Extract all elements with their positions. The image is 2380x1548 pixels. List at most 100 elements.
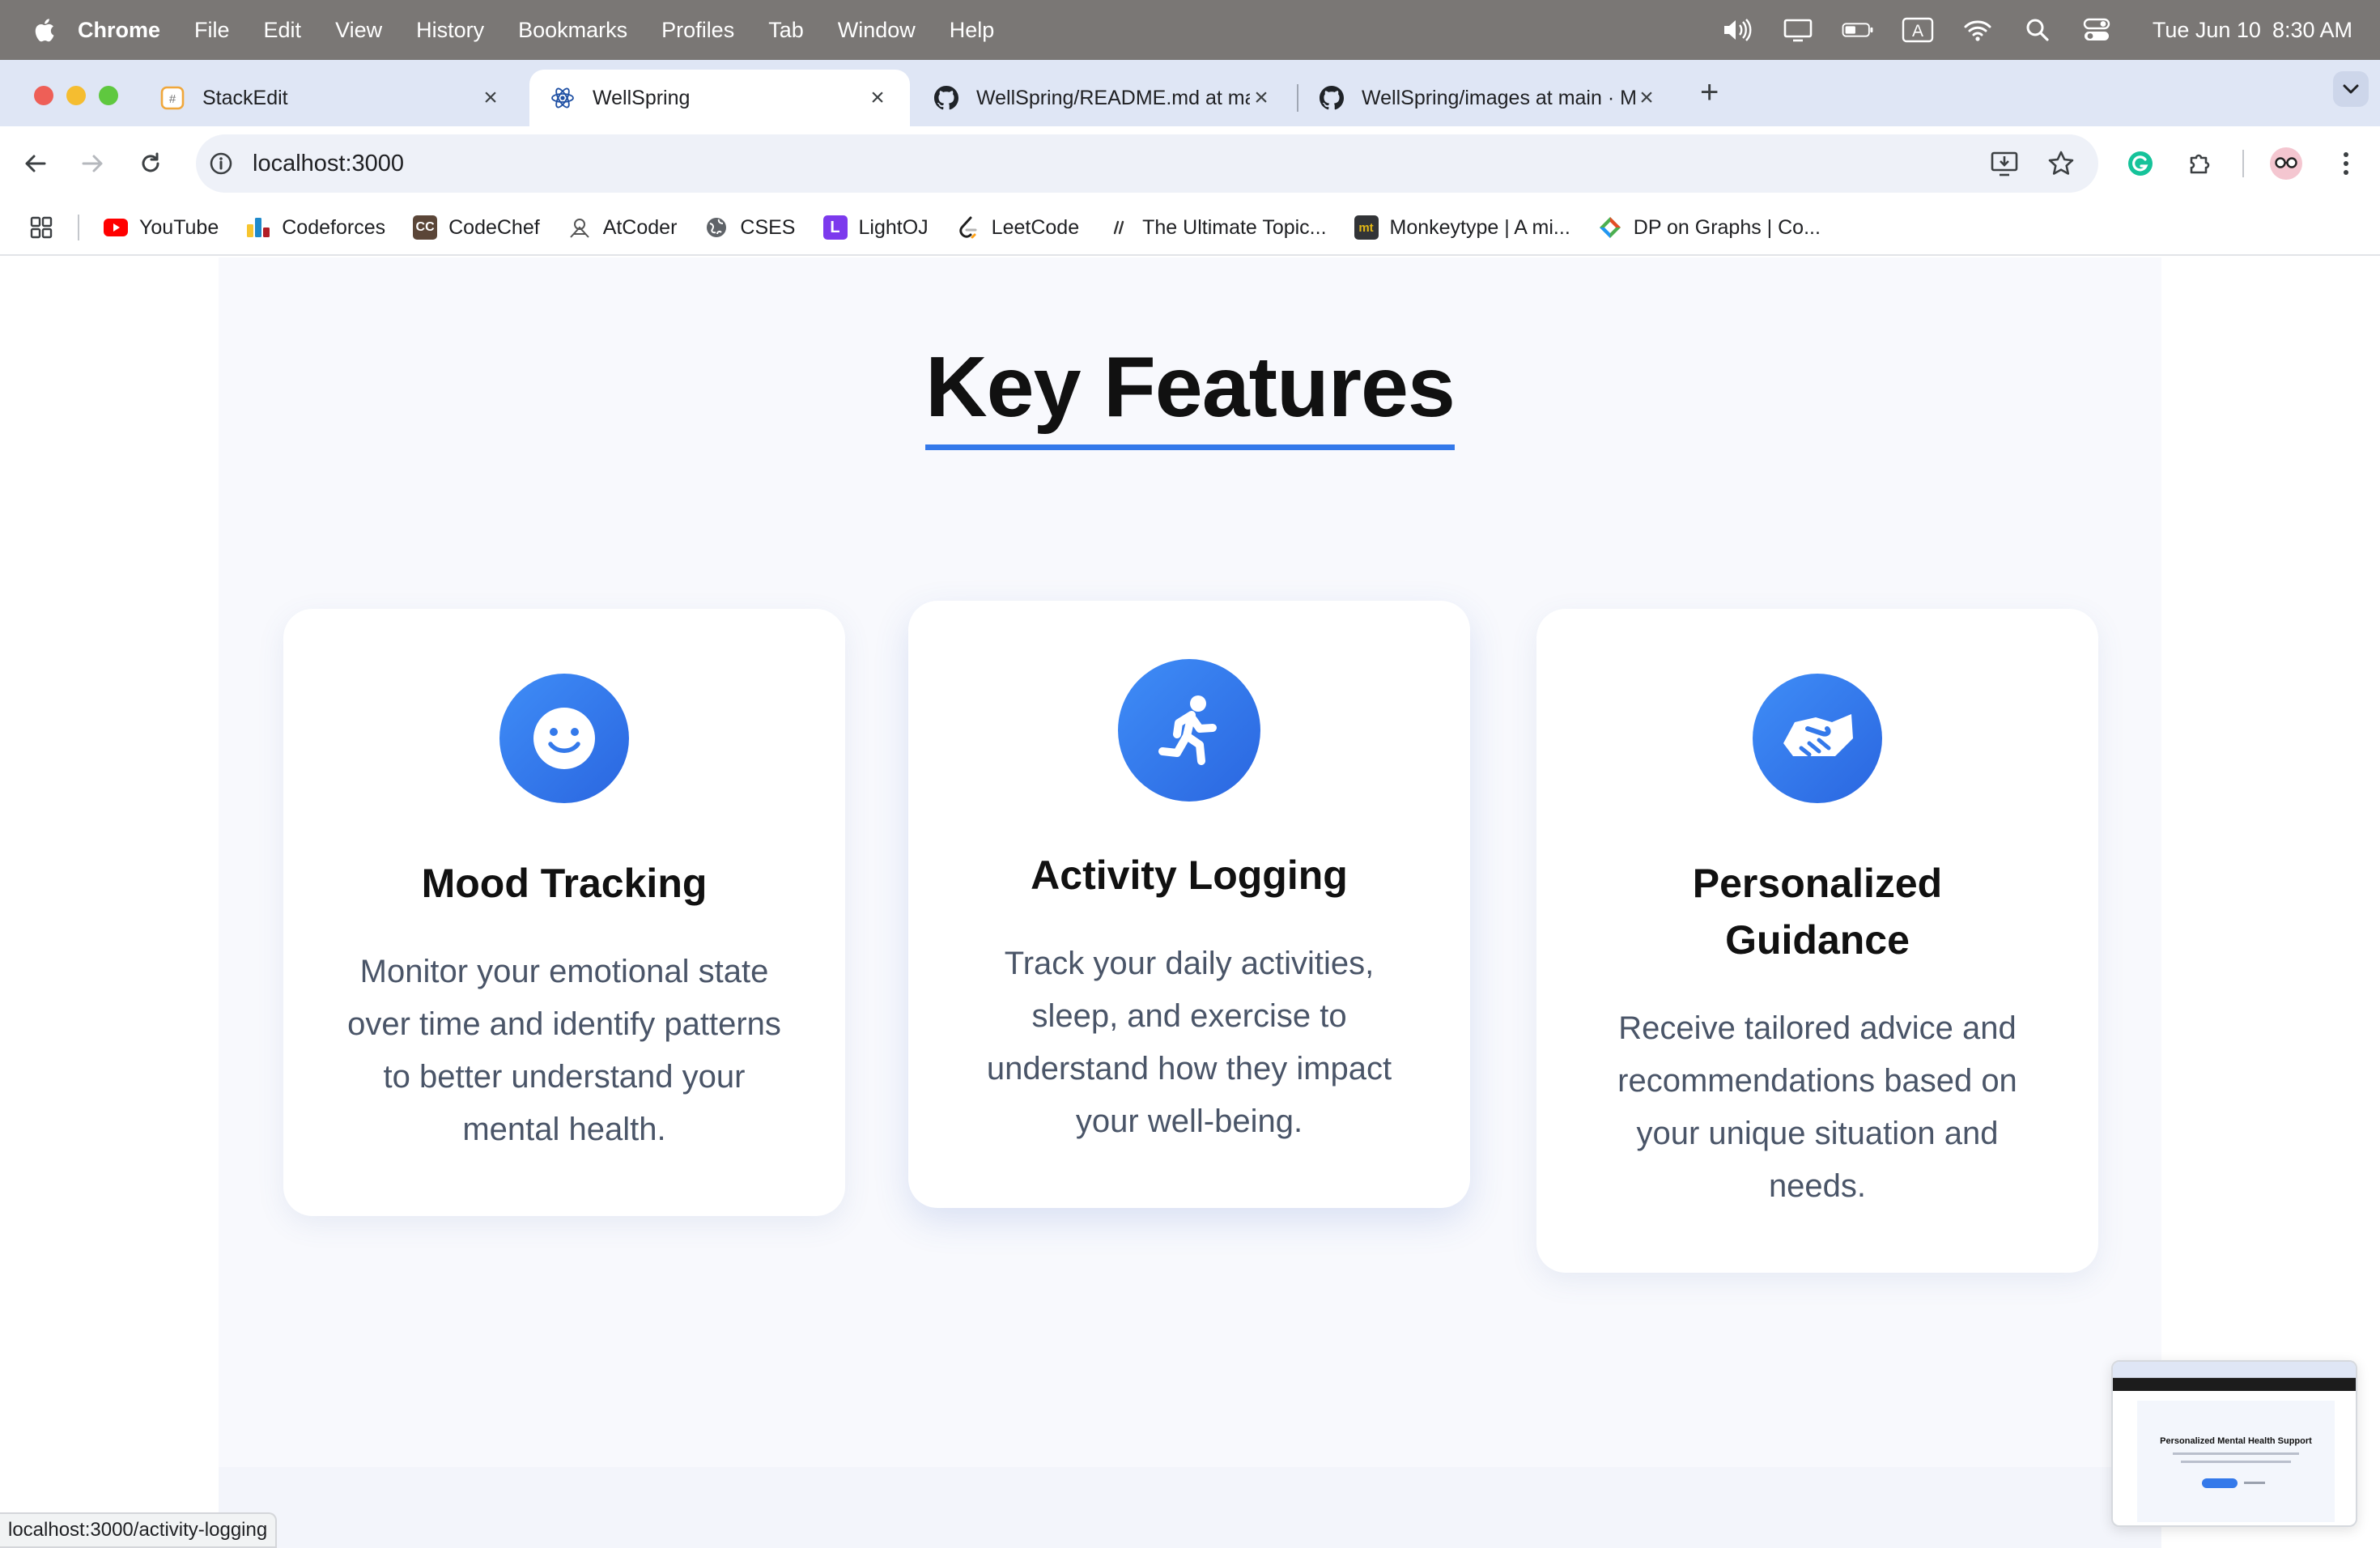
chevron-down-icon (2343, 84, 2359, 94)
tab-close-icon[interactable]: × (479, 84, 502, 112)
extensions-puzzle-icon[interactable] (2182, 146, 2218, 181)
feature-title: Activity Logging (1031, 853, 1348, 898)
tab-stackedit[interactable]: # StackEdit × (139, 70, 523, 126)
bookmark-leetcode[interactable]: LeetCode (956, 215, 1079, 240)
tab-wellspring[interactable]: WellSpring × (529, 70, 910, 126)
globe-icon (704, 215, 729, 240)
bookmark-ultimate-topic[interactable]: The Ultimate Topic... (1107, 215, 1327, 240)
profile-avatar[interactable] (2268, 146, 2304, 181)
install-app-icon[interactable] (1988, 147, 2021, 180)
thumbnail-text-line (2173, 1452, 2299, 1455)
reload-button[interactable] (133, 146, 168, 181)
address-bar-url[interactable]: localhost:3000 (253, 151, 404, 177)
clock-time: 8:30 AM (2272, 17, 2352, 42)
bookmark-dp-on-graphs[interactable]: DP on Graphs | Co... (1598, 215, 1821, 240)
menu-profiles[interactable]: Profiles (661, 18, 734, 43)
site-info-icon[interactable] (209, 151, 233, 176)
tab-images[interactable]: WellSpring/images at main · M × (1298, 70, 1679, 126)
bookmark-label: Monkeytype | A mi... (1389, 215, 1570, 239)
display-mirroring-icon[interactable] (1782, 18, 1814, 42)
bookmarks-divider (78, 215, 79, 240)
bookmark-star-icon[interactable] (2045, 147, 2077, 180)
apps-grid-icon[interactable] (29, 215, 53, 240)
feature-title: Mood Tracking (421, 861, 708, 906)
more-menu-icon[interactable] (2328, 146, 2364, 181)
thumbnail-link (2244, 1482, 2265, 1484)
bookmark-atcoder[interactable]: AtCoder (567, 215, 677, 240)
lightoj-icon: L (822, 215, 848, 240)
menu-bar-clock[interactable]: Tue Jun 10 8:30 AM (2141, 18, 2352, 43)
bookmark-youtube[interactable]: YouTube (104, 215, 219, 240)
bookmark-codeforces[interactable]: Codeforces (246, 215, 385, 240)
minimize-window-button[interactable] (66, 86, 86, 105)
codeforces-diamond-icon (1598, 215, 1622, 240)
tab-close-icon[interactable]: × (1250, 84, 1273, 112)
input-source-icon[interactable]: A (1902, 17, 1934, 43)
forward-button[interactable] (74, 146, 110, 181)
bookmarks-bar: YouTube Codeforces CC CodeChef AtCoder C… (0, 201, 2380, 256)
menu-view[interactable]: View (335, 18, 382, 43)
bookmark-label: Codeforces (282, 215, 386, 239)
bookmark-label: The Ultimate Topic... (1142, 215, 1327, 239)
macos-menu-bar: Chrome File Edit View History Bookmarks … (0, 0, 2380, 60)
close-window-button[interactable] (34, 86, 53, 105)
tab-title: WellSpring (593, 86, 691, 109)
arrow-left-icon (25, 155, 46, 172)
window-controls (34, 86, 131, 105)
tab-title: WellSpring/README.md at ma (976, 86, 1250, 109)
menu-edit[interactable]: Edit (264, 18, 302, 43)
menu-history[interactable]: History (416, 18, 484, 43)
feature-description: Monitor your emotional state over time a… (347, 954, 781, 1147)
feature-icon-circle (1118, 659, 1260, 802)
input-source-letter: A (1912, 22, 1923, 40)
spotlight-search-icon[interactable] (2021, 18, 2054, 42)
feature-card-personalized-guidance[interactable]: Personalized Guidance Receive tailored a… (1536, 609, 2098, 1273)
handshake-icon (1783, 714, 1853, 757)
link-icon (1107, 215, 1131, 240)
tab-readme[interactable]: WellSpring/README.md at ma × (913, 70, 1294, 126)
tab-close-icon[interactable]: × (1635, 84, 1658, 112)
next-section-edge (219, 1467, 2161, 1548)
address-bar[interactable]: localhost:3000 (196, 134, 2098, 193)
control-center-icon[interactable] (2081, 18, 2114, 42)
toolbar-divider (2242, 150, 2244, 177)
atcoder-icon (567, 215, 592, 240)
window-thumbnail-preview[interactable]: Personalized Mental Health Support (2111, 1360, 2357, 1527)
apple-logo-icon[interactable] (32, 16, 55, 44)
menu-tab[interactable]: Tab (768, 18, 804, 43)
status-bar-link-preview: localhost:3000/activity-logging (0, 1512, 278, 1548)
tab-search-button[interactable] (2333, 71, 2369, 107)
menu-app-name[interactable]: Chrome (78, 18, 160, 43)
bookmark-cses[interactable]: CSES (704, 215, 796, 240)
menu-help[interactable]: Help (950, 18, 995, 43)
feature-card-mood-tracking[interactable]: Mood Tracking Monitor your emotional sta… (283, 609, 845, 1216)
bookmark-monkeytype[interactable]: mt Monkeytype | A mi... (1354, 215, 1570, 240)
menu-bookmarks[interactable]: Bookmarks (518, 18, 627, 43)
feature-card-activity-logging[interactable]: Activity Logging Track your daily activi… (908, 601, 1470, 1208)
menu-file[interactable]: File (194, 18, 230, 43)
feature-description: Receive tailored advice and recommendati… (1617, 1010, 2017, 1204)
tab-title: StackEdit (202, 86, 288, 109)
battery-icon[interactable] (1842, 18, 1874, 42)
tab-close-icon[interactable]: × (866, 84, 889, 112)
monkeytype-icon: mt (1354, 215, 1379, 240)
volume-icon[interactable] (1722, 18, 1754, 42)
menu-window[interactable]: Window (838, 18, 916, 43)
bookmark-label: LightOJ (858, 215, 929, 239)
features-section: Key Features Mood Tracking Monitor your … (219, 257, 2161, 1467)
bookmark-codechef[interactable]: CC CodeChef (413, 215, 540, 240)
new-tab-button[interactable]: + (1700, 74, 1719, 111)
bookmark-lightoj[interactable]: L LightOJ (822, 215, 929, 240)
leetcode-icon (956, 215, 980, 240)
grammarly-extension-icon[interactable] (2123, 146, 2158, 181)
thumbnail-title: Personalized Mental Health Support (2160, 1436, 2312, 1446)
wifi-icon[interactable] (1961, 18, 1994, 42)
bookmark-label: CSES (740, 215, 796, 239)
tab-strip: # StackEdit × WellSpring × WellSpring/RE… (0, 60, 2380, 126)
bookmark-label: DP on Graphs | Co... (1633, 215, 1821, 239)
zoom-window-button[interactable] (99, 86, 118, 105)
youtube-icon (104, 215, 128, 240)
running-person-icon (1158, 695, 1217, 765)
back-button[interactable] (18, 146, 53, 181)
thumbnail-text-line (2181, 1461, 2291, 1463)
